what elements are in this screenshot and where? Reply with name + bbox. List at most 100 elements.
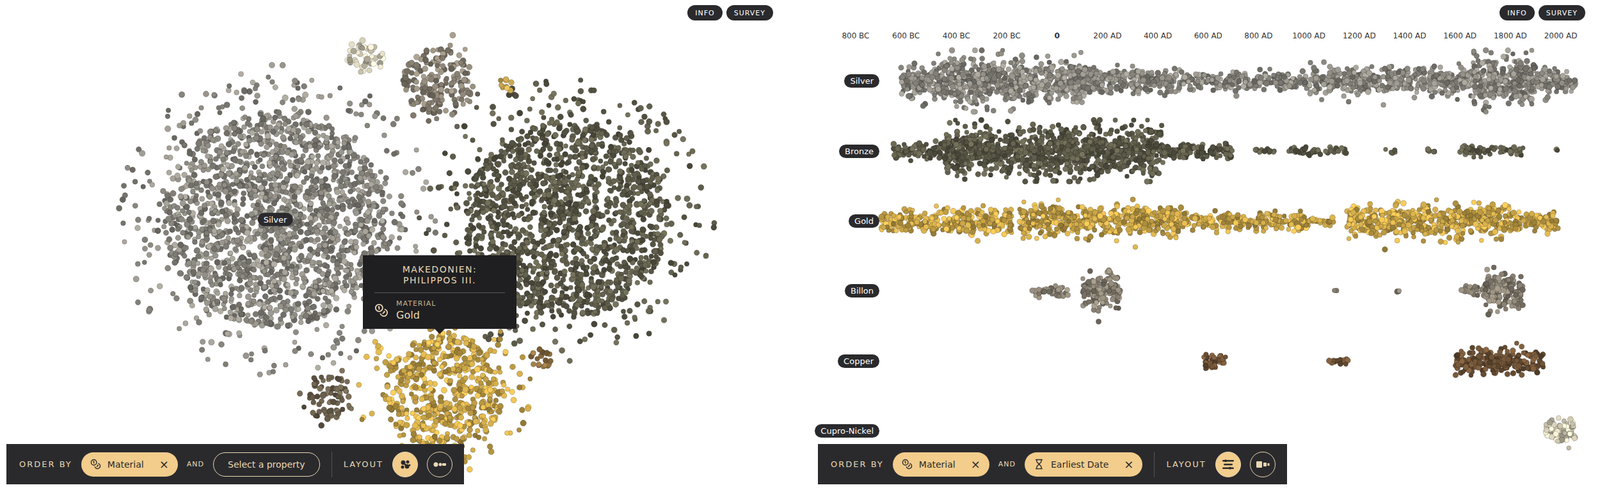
coin[interactable] — [332, 229, 338, 235]
coin[interactable] — [231, 120, 237, 126]
coin[interactable] — [269, 79, 275, 85]
coin[interactable] — [147, 288, 153, 294]
coin[interactable] — [265, 272, 271, 278]
coin[interactable] — [232, 246, 239, 253]
coin[interactable] — [232, 131, 238, 137]
coin[interactable] — [272, 114, 278, 120]
coin[interactable] — [252, 99, 258, 105]
coin[interactable] — [225, 235, 232, 241]
coin[interactable] — [273, 307, 280, 313]
coin[interactable] — [238, 71, 244, 77]
coin[interactable] — [339, 190, 345, 196]
coin[interactable] — [231, 188, 237, 194]
coin[interactable] — [251, 298, 257, 304]
coin[interactable] — [211, 92, 217, 97]
coin[interactable] — [314, 327, 320, 332]
coin[interactable] — [280, 165, 287, 172]
coin[interactable] — [191, 172, 198, 179]
coin[interactable] — [345, 199, 351, 205]
coin[interactable] — [281, 115, 287, 121]
coin[interactable] — [203, 306, 210, 313]
coin[interactable] — [204, 231, 210, 237]
coin[interactable] — [345, 220, 351, 226]
coin[interactable] — [327, 186, 332, 192]
coin[interactable] — [268, 309, 275, 317]
coin[interactable] — [147, 242, 153, 248]
coin[interactable] — [328, 288, 335, 294]
coin[interactable] — [247, 252, 253, 258]
coin[interactable] — [399, 227, 405, 233]
coin[interactable] — [140, 184, 146, 190]
coin[interactable] — [325, 271, 331, 278]
coin[interactable] — [156, 283, 163, 290]
coin[interactable] — [341, 140, 347, 146]
coin[interactable] — [402, 169, 409, 176]
coin[interactable] — [184, 204, 191, 210]
coin[interactable] — [413, 248, 419, 255]
coin[interactable] — [294, 172, 301, 179]
coin[interactable] — [223, 243, 230, 250]
coin[interactable] — [353, 111, 360, 117]
coin[interactable] — [277, 294, 283, 301]
coin[interactable] — [257, 371, 264, 378]
coin[interactable] — [209, 162, 217, 169]
coin[interactable] — [369, 226, 376, 233]
coin[interactable] — [135, 261, 141, 267]
coin[interactable] — [264, 133, 271, 139]
coin[interactable] — [295, 190, 301, 196]
coin[interactable] — [211, 246, 217, 253]
coin[interactable] — [248, 318, 255, 325]
coin[interactable] — [311, 187, 317, 193]
coin[interactable] — [273, 245, 280, 252]
coin[interactable] — [320, 288, 326, 294]
coin[interactable] — [227, 315, 234, 322]
coin[interactable] — [353, 209, 360, 216]
coin[interactable] — [272, 176, 278, 182]
coin[interactable] — [234, 90, 240, 96]
coin[interactable] — [209, 136, 216, 143]
coin[interactable] — [271, 362, 277, 368]
coin[interactable] — [330, 207, 336, 213]
coin[interactable] — [345, 232, 351, 238]
coin[interactable] — [242, 165, 249, 171]
coin[interactable] — [428, 214, 434, 220]
coin[interactable] — [275, 109, 282, 116]
coin[interactable] — [318, 190, 324, 196]
coin[interactable] — [320, 302, 327, 309]
coin[interactable] — [234, 237, 241, 244]
coin[interactable] — [258, 121, 264, 127]
coin[interactable] — [287, 159, 292, 164]
coin[interactable] — [238, 285, 245, 292]
coin[interactable] — [206, 312, 212, 318]
coin[interactable] — [257, 309, 264, 316]
coin[interactable] — [193, 247, 200, 254]
coin[interactable] — [348, 289, 354, 295]
coin[interactable] — [311, 304, 317, 310]
coin[interactable] — [177, 193, 184, 200]
coin[interactable] — [213, 174, 219, 180]
coin[interactable] — [167, 145, 173, 152]
coin[interactable] — [192, 239, 198, 245]
coin[interactable] — [400, 213, 406, 219]
coin[interactable] — [281, 197, 287, 203]
coin[interactable] — [358, 216, 365, 223]
coin[interactable] — [156, 201, 162, 207]
coin[interactable] — [333, 306, 340, 313]
coin[interactable] — [177, 241, 184, 248]
coin[interactable] — [146, 216, 152, 222]
coin[interactable] — [171, 135, 177, 141]
coin[interactable] — [135, 299, 141, 305]
coin[interactable] — [245, 312, 251, 318]
coin[interactable] — [122, 239, 127, 244]
coin[interactable] — [236, 183, 243, 189]
coin[interactable] — [212, 305, 219, 312]
coin[interactable] — [303, 121, 310, 128]
coin[interactable] — [309, 78, 314, 83]
coin[interactable] — [193, 181, 200, 187]
coin[interactable] — [198, 295, 205, 301]
coin[interactable] — [294, 277, 299, 282]
coin[interactable] — [235, 316, 241, 322]
coin[interactable] — [338, 149, 345, 155]
coin[interactable] — [232, 156, 239, 163]
coin[interactable] — [170, 291, 176, 297]
